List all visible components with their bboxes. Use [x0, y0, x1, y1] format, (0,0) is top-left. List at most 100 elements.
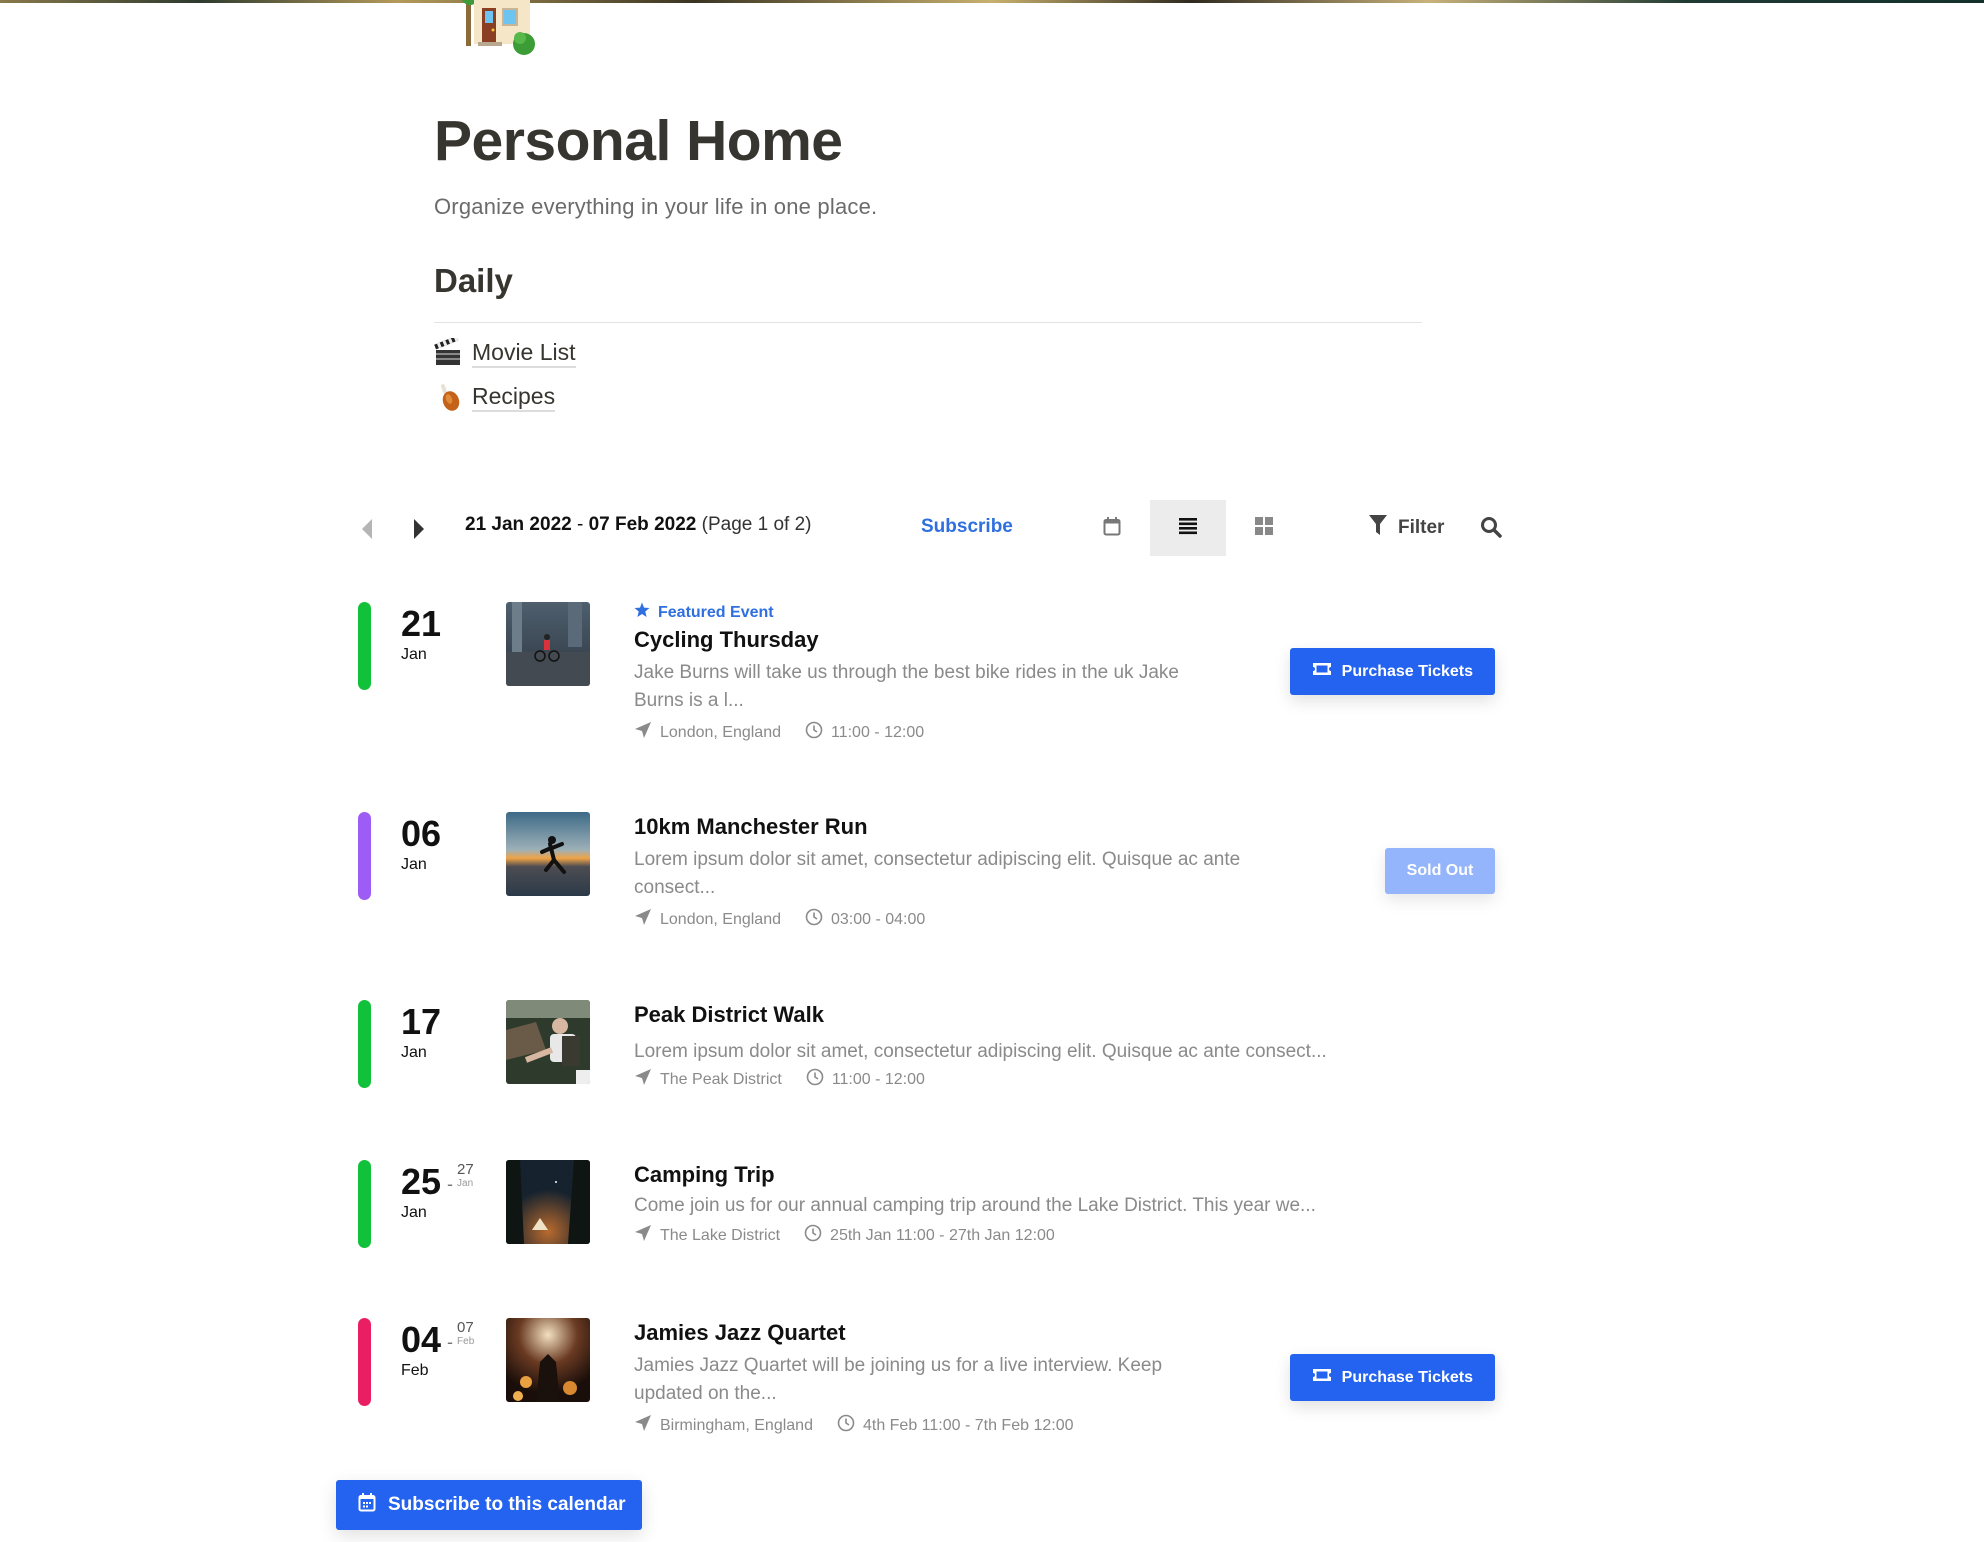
event-meta: London, England 11:00 - 12:00 [634, 721, 1354, 744]
event-color-bar [358, 812, 371, 900]
event-location: The Lake District [660, 1226, 781, 1244]
search-icon [1480, 517, 1502, 542]
page-link-label[interactable]: Recipes [472, 382, 556, 412]
event-month: Jan [401, 1044, 427, 1061]
featured-label: Featured Event [658, 603, 774, 621]
event-day: 04 [401, 1319, 442, 1360]
event-color-bar [358, 602, 371, 690]
page-cover [0, 0, 1984, 3]
event-time: 25th Jan 11:00 - 27th Jan 12:00 [830, 1226, 1055, 1244]
event-date: 25 - 27 Jan Jan [401, 1162, 474, 1222]
event-month: Jan [401, 646, 427, 663]
date-range: 21 Jan 2022 - 07 Feb 2022 (Page 1 of 2) [465, 514, 811, 536]
event-date: 04 - 07 Feb Feb [401, 1320, 474, 1380]
event-title[interactable]: Peak District Walk [634, 1000, 1394, 1030]
calendar-view-button[interactable] [1074, 500, 1150, 556]
event-time: 11:00 - 12:00 [831, 1070, 925, 1088]
event-body: 10km Manchester Run Lorem ipsum dolor si… [634, 812, 1354, 931]
location-arrow-icon [634, 721, 652, 744]
event-thumbnail-run[interactable] [506, 812, 590, 896]
purchase-tickets-button[interactable]: Purchase Tickets [1289, 648, 1495, 695]
ticket-icon [1312, 1367, 1332, 1388]
event-time: 4th Feb 11:00 - 7th Feb 12:00 [862, 1416, 1074, 1434]
purchase-tickets-button[interactable]: Purchase Tickets [1289, 1354, 1495, 1401]
event-time: 03:00 - 04:00 [831, 910, 926, 928]
event-title[interactable]: Jamies Jazz Quartet [634, 1318, 1354, 1348]
calendar-toolbar: 21 Jan 2022 - 07 Feb 2022 (Page 1 of 2) … [350, 500, 1510, 556]
list-view-button[interactable] [1150, 500, 1226, 556]
page-title: Personal Home [434, 109, 843, 173]
button-label: Purchase Tickets [1341, 1368, 1473, 1386]
house-with-garden-icon[interactable] [461, 0, 542, 60]
clock-icon [805, 908, 823, 931]
event-description: Come join us for our annual camping trip… [634, 1195, 1316, 1216]
event-day: 25 [401, 1161, 442, 1202]
search-button[interactable] [1480, 516, 1502, 543]
page-info: (Page 1 of 2) [696, 514, 812, 535]
event-description: Jamies Jazz Quartet will be joining us f… [634, 1355, 1163, 1404]
clock-icon [837, 1414, 855, 1437]
range-separator: - [571, 514, 589, 535]
event-end-date: - 07 Feb [447, 1320, 474, 1353]
event-end-date: - 27 Jan [447, 1162, 474, 1195]
range-end: 07 Feb 2022 [588, 514, 697, 535]
event-date: 17 Jan [401, 1002, 441, 1062]
list-icon [1178, 517, 1198, 540]
event-description: Lorem ipsum dolor sit amet, consectetur … [634, 1041, 1327, 1062]
button-label: Purchase Tickets [1341, 662, 1473, 680]
event-day: 21 [401, 603, 442, 644]
event-meta: Birmingham, England 4th Feb 11:00 - 7th … [634, 1414, 1354, 1437]
event-meta: The Peak District 11:00 - 12:00 [634, 1068, 1394, 1091]
page-link-recipes[interactable]: Recipes [434, 382, 556, 412]
event-location: Birmingham, England [660, 1416, 813, 1434]
event-thumbnail-camping[interactable] [506, 1160, 590, 1244]
event-thumbnail-cycling[interactable] [506, 602, 590, 686]
sold-out-button: Sold Out [1385, 848, 1495, 894]
event-end-day: 07 [457, 1319, 474, 1336]
next-page-arrow-icon[interactable] [412, 518, 426, 540]
location-arrow-icon [634, 908, 652, 931]
event-body: Camping Trip Come join us for our annual… [634, 1160, 1394, 1247]
location-arrow-icon [634, 1224, 652, 1247]
grid-icon [1254, 516, 1274, 541]
clock-icon [805, 721, 823, 744]
filter-icon [1368, 514, 1388, 542]
event-title[interactable]: 10km Manchester Run [634, 812, 1354, 842]
event-location: London, England [660, 723, 781, 741]
event-location: London, England [660, 910, 781, 928]
daily-heading: Daily [434, 262, 513, 299]
event-title[interactable]: Cycling Thursday [634, 625, 1354, 655]
subscribe-link[interactable]: Subscribe [921, 516, 1013, 538]
event-month: Feb [401, 1362, 429, 1379]
range-start: 21 Jan 2022 [465, 514, 572, 535]
page-link-label[interactable]: Movie List [472, 338, 576, 368]
featured-badge: Featured Event [634, 602, 1354, 623]
event-thumbnail-jazz[interactable] [506, 1318, 590, 1402]
grid-view-button[interactable] [1226, 500, 1302, 556]
event-meta: The Lake District 25th Jan 11:00 - 27th … [634, 1224, 1394, 1247]
subscribe-to-calendar-button[interactable]: Subscribe to this calendar [336, 1480, 642, 1530]
ticket-icon [1312, 661, 1332, 682]
subscribe-calendar-label: Subscribe to this calendar [388, 1494, 626, 1515]
location-arrow-icon [634, 1068, 652, 1091]
event-end-month: Feb [457, 1336, 475, 1347]
date-dash: - [447, 1332, 454, 1352]
section-divider [434, 322, 1422, 323]
clock-icon [804, 1224, 822, 1247]
event-body: Featured Event Cycling Thursday Jake Bur… [634, 602, 1354, 744]
location-arrow-icon [634, 1414, 652, 1437]
star-icon [634, 602, 650, 623]
event-thumbnail-walk[interactable] [506, 1000, 590, 1084]
event-month: Jan [401, 856, 427, 873]
event-end-day: 27 [457, 1161, 474, 1178]
calendar-icon [358, 1492, 376, 1518]
date-dash: - [447, 1174, 454, 1194]
event-color-bar [358, 1318, 371, 1406]
event-title[interactable]: Camping Trip [634, 1160, 1394, 1190]
previous-page-arrow-icon[interactable] [360, 518, 374, 540]
event-description: Jake Burns will take us through the best… [634, 662, 1179, 711]
event-body: Jamies Jazz Quartet Jamies Jazz Quartet … [634, 1318, 1354, 1437]
page-link-movie-list[interactable]: Movie List [434, 335, 576, 368]
event-end-month: Jan [457, 1178, 474, 1189]
filter-button[interactable]: Filter [1368, 514, 1444, 542]
